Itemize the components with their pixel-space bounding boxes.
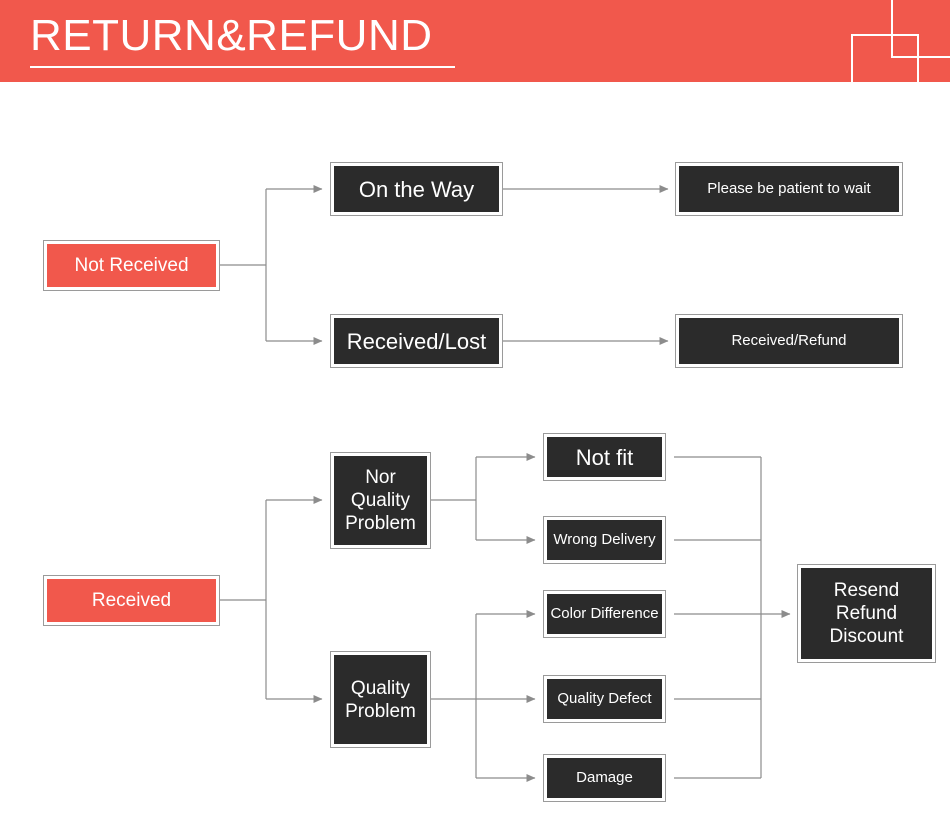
decorative-square-small-icon bbox=[891, 0, 950, 58]
return-refund-infographic: RETURN&REFUND Not Received On the Way Pl… bbox=[0, 0, 950, 821]
node-not-received-label: Not Received bbox=[47, 244, 216, 287]
node-wrong-delivery-label: Wrong Delivery bbox=[547, 520, 662, 560]
node-on-the-way[interactable]: On the Way bbox=[330, 162, 503, 216]
node-received-label: Received bbox=[47, 579, 216, 622]
node-nor-quality-problem[interactable]: Nor Quality Problem bbox=[330, 452, 431, 549]
node-please-be-patient-to-wait-label: Please be patient to wait bbox=[679, 166, 899, 212]
node-quality-defect[interactable]: Quality Defect bbox=[543, 675, 666, 723]
flowchart-canvas: Not Received On the Way Please be patien… bbox=[0, 82, 950, 821]
node-not-received[interactable]: Not Received bbox=[43, 240, 220, 291]
node-quality-problem-label: Quality Problem bbox=[334, 655, 427, 744]
node-received-lost[interactable]: Received/Lost bbox=[330, 314, 503, 368]
node-not-fit[interactable]: Not fit bbox=[543, 433, 666, 481]
node-received-refund[interactable]: Received/Refund bbox=[675, 314, 903, 368]
node-on-the-way-label: On the Way bbox=[334, 166, 499, 212]
node-damage[interactable]: Damage bbox=[543, 754, 666, 802]
node-color-difference-label: Color Difference bbox=[547, 594, 662, 634]
node-resend-refund-discount[interactable]: Resend Refund Discount bbox=[797, 564, 936, 663]
node-received-refund-label: Received/Refund bbox=[679, 318, 899, 364]
node-received[interactable]: Received bbox=[43, 575, 220, 626]
node-damage-label: Damage bbox=[547, 758, 662, 798]
page-title: RETURN&REFUND bbox=[30, 11, 433, 60]
node-received-lost-label: Received/Lost bbox=[334, 318, 499, 364]
node-please-be-patient-to-wait[interactable]: Please be patient to wait bbox=[675, 162, 903, 216]
node-not-fit-label: Not fit bbox=[547, 437, 662, 477]
node-nor-quality-problem-label: Nor Quality Problem bbox=[334, 456, 427, 545]
node-quality-defect-label: Quality Defect bbox=[547, 679, 662, 719]
node-resend-refund-discount-label: Resend Refund Discount bbox=[801, 568, 932, 659]
title-underline bbox=[30, 66, 455, 68]
node-quality-problem[interactable]: Quality Problem bbox=[330, 651, 431, 748]
header-banner: RETURN&REFUND bbox=[0, 0, 950, 82]
node-wrong-delivery[interactable]: Wrong Delivery bbox=[543, 516, 666, 564]
node-color-difference[interactable]: Color Difference bbox=[543, 590, 666, 638]
header-title-block: RETURN&REFUND bbox=[30, 8, 455, 68]
